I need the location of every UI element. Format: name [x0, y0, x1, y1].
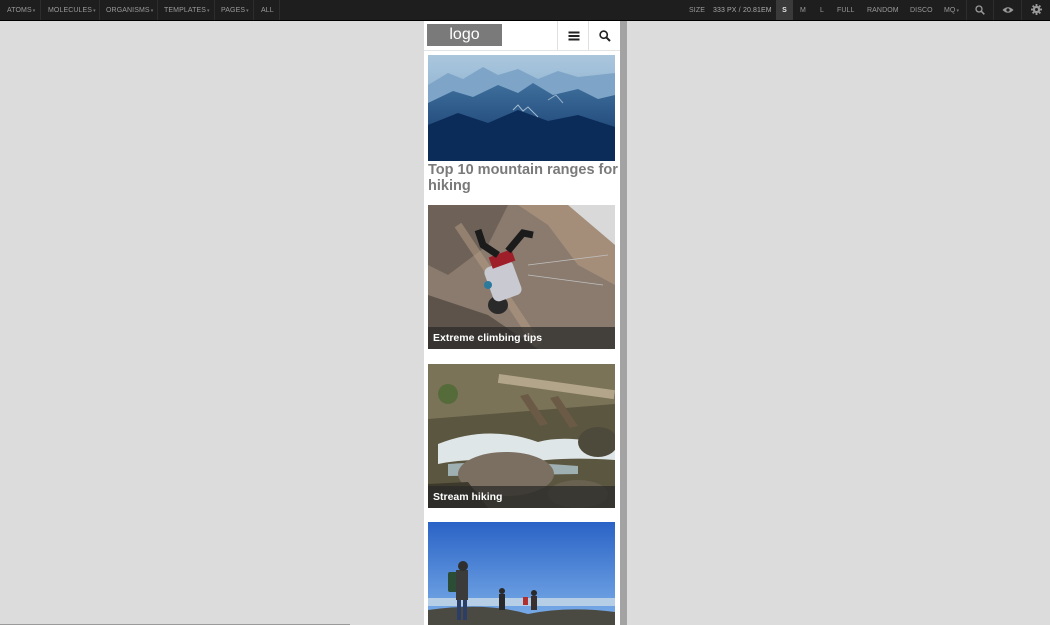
disco-button[interactable]: DISCO — [910, 0, 933, 20]
nav-templates[interactable]: TEMPLATES▾ — [164, 0, 210, 20]
pattern-viewport: logo Top 10 mountain ranges for hiking E… — [424, 21, 620, 625]
size-label: SIZE — [689, 7, 705, 14]
mq-dropdown[interactable]: MQ▾ — [944, 0, 959, 20]
site-logo[interactable]: logo — [427, 24, 502, 46]
search-button[interactable] — [588, 21, 620, 50]
size-em-readout[interactable]: 20.81EM — [743, 0, 772, 20]
site-header: logo — [424, 21, 620, 51]
viewport-resize-handle[interactable] — [620, 21, 627, 625]
full-button[interactable]: FULL — [837, 0, 855, 20]
chevron-down-icon: ▾ — [956, 8, 960, 14]
divider — [279, 0, 280, 20]
divider — [993, 0, 994, 20]
hamburger-menu-icon — [568, 31, 579, 40]
nav-atoms-label: ATOMS — [7, 7, 32, 14]
size-s-button[interactable]: S — [776, 0, 793, 20]
mountain-ranges-photo — [428, 55, 615, 161]
size-px-value: 333 — [713, 7, 725, 14]
nav-atoms[interactable]: ATOMS▾ — [7, 0, 35, 20]
nav-organisms[interactable]: ORGANISMS▾ — [106, 0, 153, 20]
article-caption: Stream hiking — [428, 486, 615, 508]
chevron-down-icon: ▾ — [207, 8, 210, 14]
search-icon[interactable] — [975, 5, 985, 15]
menu-button[interactable] — [557, 21, 589, 50]
divider — [253, 0, 254, 20]
chevron-down-icon: ▾ — [32, 8, 36, 14]
mq-label: MQ — [944, 7, 956, 14]
pattern-lab-toolbar: ATOMS▾ MOLECULES▾ ORGANISMS▾ TEMPLATES▾ … — [0, 0, 1050, 21]
chevron-down-icon: ▾ — [150, 8, 154, 14]
size-px-unit: PX / — [727, 7, 741, 14]
divider — [214, 0, 215, 20]
divider — [157, 0, 158, 20]
nav-templates-label: TEMPLATES — [164, 7, 207, 14]
eye-icon[interactable] — [1002, 6, 1014, 15]
chevron-down-icon: ▾ — [246, 8, 249, 14]
gear-icon[interactable] — [1031, 4, 1042, 16]
divider — [40, 0, 41, 20]
article-headline[interactable]: Top 10 mountain ranges for hiking — [428, 162, 618, 194]
article-card[interactable] — [428, 55, 615, 161]
nav-all-label: ALL — [261, 7, 274, 14]
hikers-summit-photo — [428, 522, 615, 625]
size-l-button[interactable]: L — [820, 0, 824, 20]
size-m-button[interactable]: M — [800, 0, 806, 20]
search-icon — [599, 29, 611, 42]
article-card[interactable] — [428, 522, 615, 625]
article-card[interactable]: Extreme climbing tips — [428, 205, 615, 349]
size-px-readout[interactable]: 333 PX / — [713, 0, 741, 20]
divider — [966, 0, 967, 20]
nav-organisms-label: ORGANISMS — [106, 7, 150, 14]
nav-molecules-label: MOLECULES — [48, 7, 93, 14]
nav-all[interactable]: ALL — [261, 0, 274, 20]
chevron-down-icon: ▾ — [93, 8, 96, 14]
article-card[interactable]: Stream hiking — [428, 364, 615, 508]
nav-pages-label: PAGES — [221, 7, 246, 14]
article-caption: Extreme climbing tips — [428, 327, 615, 349]
random-button[interactable]: RANDOM — [867, 0, 899, 20]
nav-pages[interactable]: PAGES▾ — [221, 0, 249, 20]
divider — [1021, 0, 1022, 20]
divider — [99, 0, 100, 20]
nav-molecules[interactable]: MOLECULES▾ — [48, 0, 96, 20]
